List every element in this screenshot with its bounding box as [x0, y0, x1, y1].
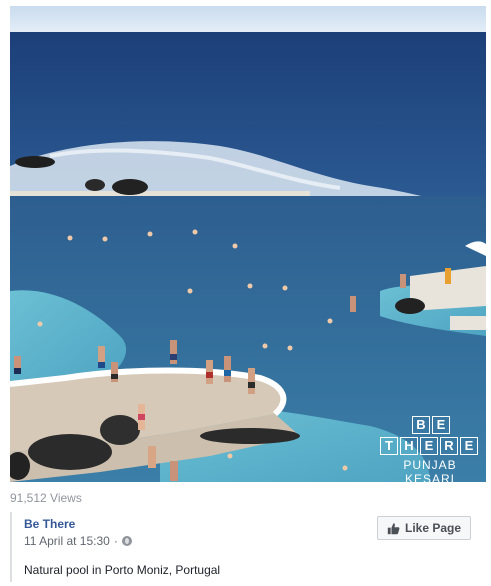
- watermark: B E T H E R E PUNJAB KESARI: [380, 416, 480, 482]
- post-meta: 11 April at 15:30 ·: [24, 534, 132, 548]
- timestamp-link[interactable]: 11 April at 15:30: [24, 534, 110, 548]
- watermark-letter: E: [420, 437, 438, 455]
- page-name-link[interactable]: Be There: [24, 517, 75, 531]
- watermark-line1: B E: [412, 416, 450, 434]
- watermark-letter: B: [412, 416, 430, 434]
- watermark-subtitle: PUNJAB KESARI: [403, 458, 457, 482]
- globe-icon[interactable]: [121, 536, 132, 546]
- thumbs-up-icon: [387, 522, 400, 534]
- watermark-letter: H: [400, 437, 418, 455]
- watermark-letter: E: [460, 437, 478, 455]
- meta-separator: ·: [113, 534, 118, 548]
- like-page-button[interactable]: Like Page: [377, 516, 471, 540]
- post-caption: Natural pool in Porto Moniz, Portugal: [24, 563, 221, 577]
- watermark-letter: R: [440, 437, 458, 455]
- watermark-line2: T H E R E: [380, 437, 478, 455]
- like-page-label: Like Page: [404, 521, 462, 535]
- video-player[interactable]: B E T H E R E PUNJAB KESARI: [10, 6, 486, 482]
- view-count: 91,512 Views: [10, 491, 82, 505]
- watermark-letter: T: [380, 437, 398, 455]
- video-frame: [10, 6, 486, 482]
- watermark-letter: E: [432, 416, 450, 434]
